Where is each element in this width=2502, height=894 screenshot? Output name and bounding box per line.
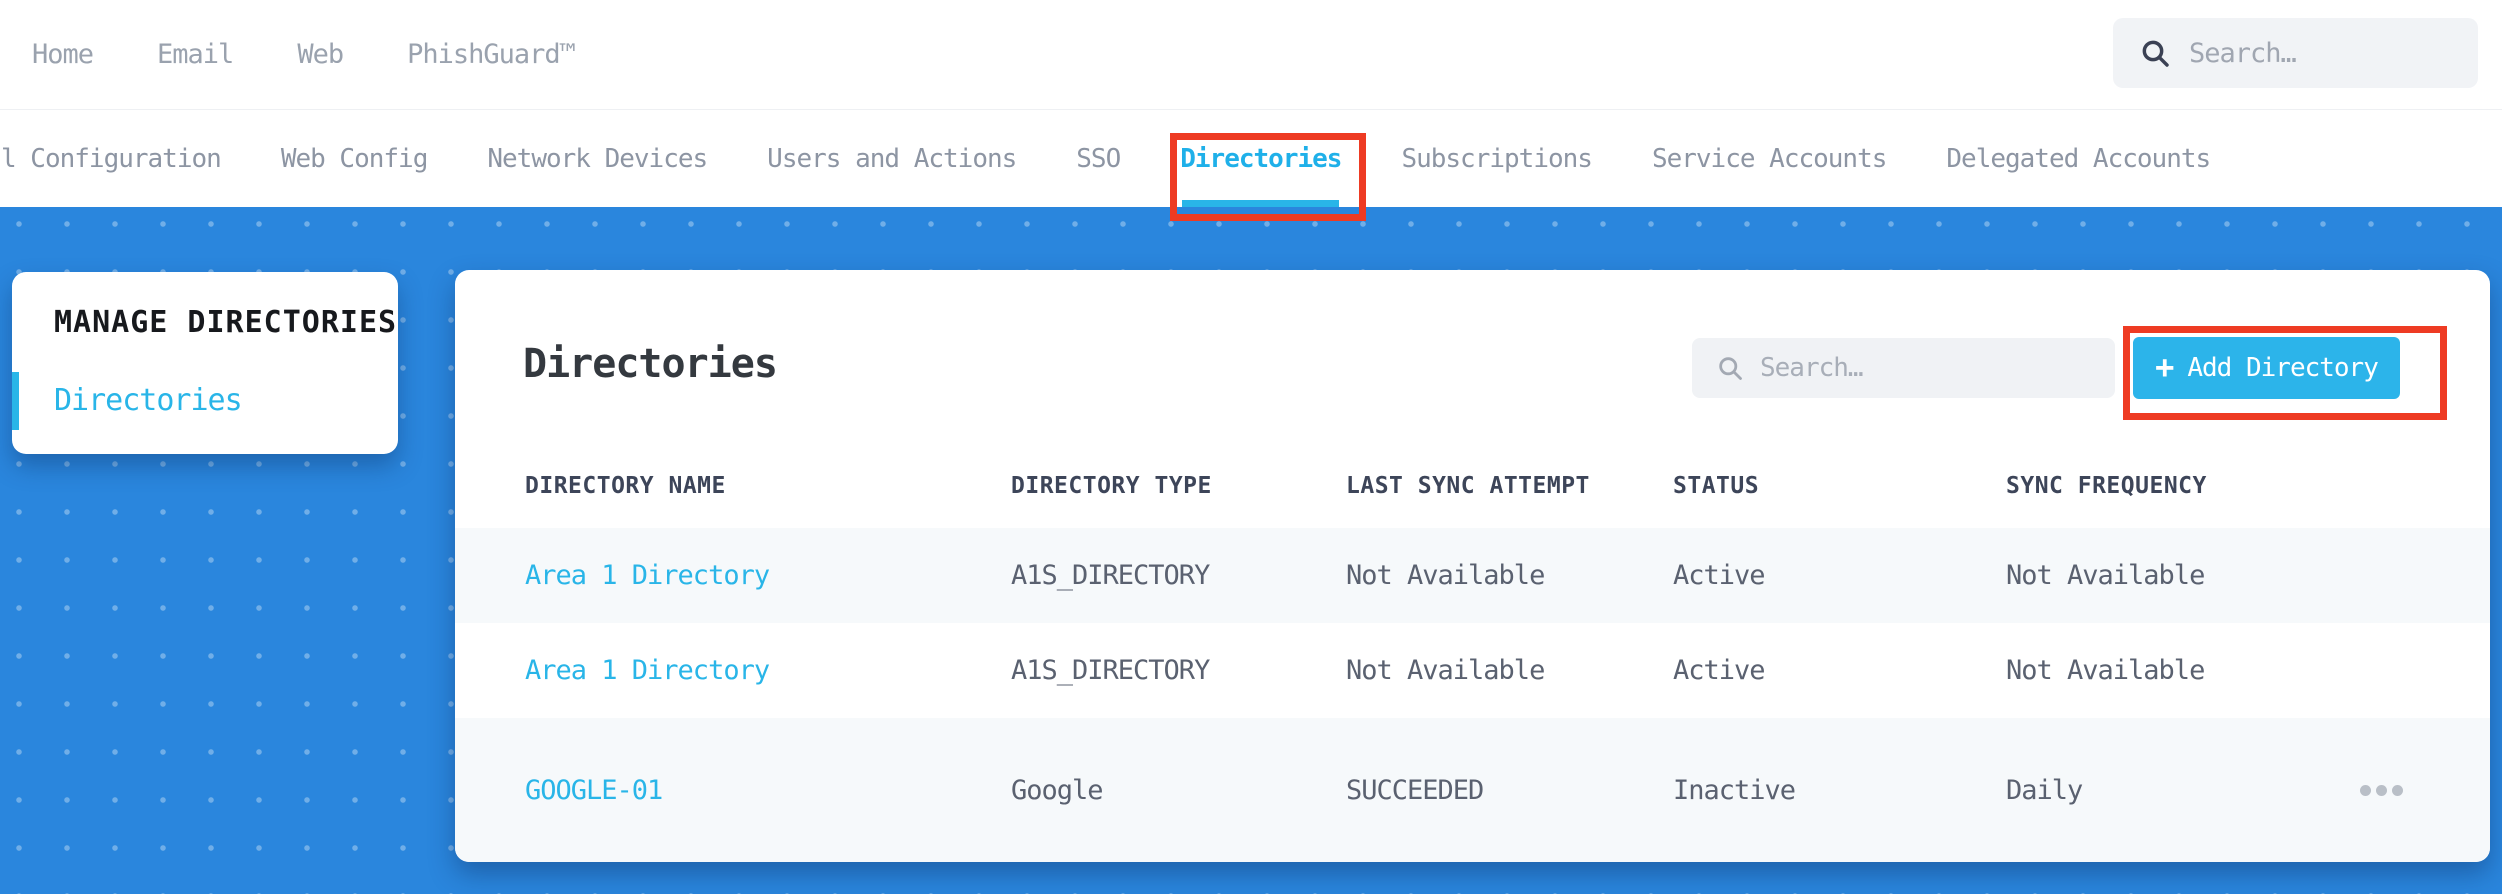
add-directory-button[interactable]: + Add Directory: [2133, 337, 2400, 399]
directories-panel: Directories + Add Directory DIRECTORY NA…: [455, 270, 2490, 862]
search-icon: [1719, 357, 1742, 380]
nav-item-web[interactable]: Web: [297, 39, 344, 70]
global-search-box[interactable]: [2113, 18, 2478, 88]
sync-frequency-cell: Not Available: [2006, 560, 2205, 591]
last-sync-cell: Not Available: [1346, 655, 1545, 686]
table-row: Area 1 Directory A1S_DIRECTORY Not Avail…: [455, 528, 2490, 623]
directory-name-link[interactable]: Area 1 Directory: [525, 560, 1011, 591]
nav-item-home[interactable]: Home: [32, 39, 94, 70]
table-header-row: DIRECTORY NAME DIRECTORY TYPE LAST SYNC …: [455, 443, 2490, 528]
search-icon: [2142, 40, 2169, 67]
tab-directories[interactable]: Directories: [1180, 110, 1342, 207]
directories-search-input[interactable]: [1760, 353, 2060, 383]
col-directory-type: DIRECTORY TYPE: [1011, 472, 1212, 499]
page-title: Directories: [523, 341, 778, 387]
tab-subscriptions[interactable]: Subscriptions: [1401, 110, 1592, 207]
top-nav: Home Email Web PhishGuard™: [0, 0, 2502, 110]
table-row: GOOGLE-01 Google SUCCEEDED Inactive Dail…: [455, 718, 2490, 862]
settings-tab-bar: l Configuration Web Config Network Devic…: [0, 110, 2502, 207]
sync-frequency-cell: Daily: [2006, 774, 2083, 806]
directory-type-cell: A1S_DIRECTORY: [1011, 655, 1210, 686]
col-last-sync-attempt: LAST SYNC ATTEMPT: [1346, 472, 1590, 499]
tab-network-devices[interactable]: Network Devices: [487, 110, 708, 207]
directories-panel-header: Directories + Add Directory: [455, 270, 2490, 443]
status-cell: Inactive: [1673, 774, 1796, 806]
more-menu-icon[interactable]: [2360, 784, 2403, 796]
directory-name-link[interactable]: Area 1 Directory: [525, 655, 1011, 686]
sidebar-item-directories[interactable]: Directories: [12, 384, 398, 418]
col-directory-name: DIRECTORY NAME: [525, 472, 726, 499]
col-status: STATUS: [1673, 472, 1760, 499]
tab-delegated-accounts[interactable]: Delegated Accounts: [1946, 110, 2211, 207]
col-sync-frequency: SYNC FREQUENCY: [2006, 472, 2207, 499]
last-sync-cell: Not Available: [1346, 560, 1545, 591]
last-sync-cell: SUCCEEDED: [1346, 774, 1484, 806]
directory-type-cell: Google: [1011, 774, 1104, 806]
directories-search-box[interactable]: [1692, 338, 2115, 398]
table-row: Area 1 Directory A1S_DIRECTORY Not Avail…: [455, 623, 2490, 718]
nav-item-phishguard[interactable]: PhishGuard™: [407, 39, 576, 70]
tab-users-and-actions[interactable]: Users and Actions: [767, 110, 1017, 207]
tab-service-accounts[interactable]: Service Accounts: [1652, 110, 1887, 207]
sidebar-heading: MANAGE DIRECTORIES: [54, 305, 398, 340]
add-directory-label: Add Directory: [2187, 353, 2378, 383]
status-cell: Active: [1673, 560, 1766, 591]
plus-icon: +: [2155, 347, 2174, 386]
sync-frequency-cell: Not Available: [2006, 655, 2205, 686]
tab-email-configuration[interactable]: l Configuration: [1, 110, 222, 207]
tab-web-config[interactable]: Web Config: [281, 110, 429, 207]
status-cell: Active: [1673, 655, 1766, 686]
directory-name-link[interactable]: GOOGLE-01: [525, 775, 1011, 806]
nav-item-email[interactable]: Email: [157, 39, 234, 70]
directory-type-cell: A1S_DIRECTORY: [1011, 560, 1210, 591]
manage-directories-card: MANAGE DIRECTORIES Directories: [12, 272, 398, 454]
global-search-input[interactable]: [2189, 37, 2429, 69]
tab-sso[interactable]: SSO: [1076, 110, 1121, 207]
